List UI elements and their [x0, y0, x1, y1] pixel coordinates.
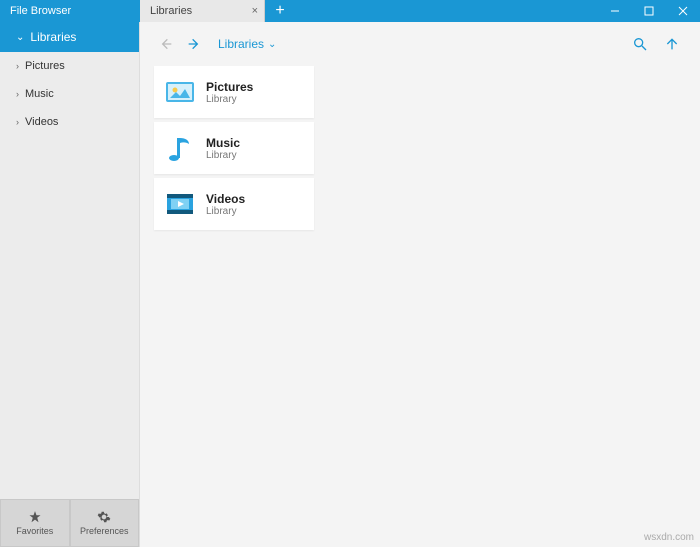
tile-name: Music [206, 136, 240, 150]
tile-name: Videos [206, 192, 245, 206]
arrow-right-icon [186, 36, 202, 52]
minimize-button[interactable] [598, 0, 632, 22]
library-tile-pictures[interactable]: Pictures Library [154, 66, 314, 118]
preferences-button[interactable]: Preferences [70, 499, 140, 547]
sidebar-header-libraries[interactable]: ⌄ Libraries [0, 22, 139, 52]
nav-back-button[interactable] [154, 32, 178, 56]
close-icon [678, 6, 688, 16]
new-tab-button[interactable]: + [265, 2, 295, 20]
watermark: wsxdn.com [644, 532, 694, 543]
sidebar-header-label: Libraries [30, 30, 76, 44]
library-tile-videos[interactable]: Videos Library [154, 178, 314, 230]
gear-icon [97, 510, 111, 524]
main-area: ⌄ Libraries › Pictures › Music › Videos … [0, 22, 700, 547]
chevron-right-icon: › [16, 117, 19, 127]
maximize-icon [644, 6, 654, 16]
preferences-label: Preferences [80, 526, 129, 536]
sidebar: ⌄ Libraries › Pictures › Music › Videos … [0, 22, 140, 547]
toolbar: Libraries ⌄ [140, 22, 700, 66]
tile-subtitle: Library [206, 94, 253, 105]
sidebar-item-label: Videos [25, 116, 58, 128]
chevron-down-icon: ⌄ [16, 32, 24, 43]
minimize-icon [610, 6, 620, 16]
library-tile-music[interactable]: Music Library [154, 122, 314, 174]
chevron-down-icon: ⌄ [268, 39, 276, 50]
up-button[interactable] [658, 30, 686, 58]
sidebar-item-music[interactable]: › Music [0, 80, 139, 108]
close-button[interactable] [666, 0, 700, 22]
arrow-left-icon [158, 36, 174, 52]
favorites-button[interactable]: Favorites [0, 499, 70, 547]
tile-subtitle: Library [206, 206, 245, 217]
sidebar-item-pictures[interactable]: › Pictures [0, 52, 139, 80]
breadcrumb[interactable]: Libraries ⌄ [218, 37, 276, 51]
music-icon [164, 132, 196, 164]
app-title: File Browser [0, 5, 140, 17]
tile-text: Pictures Library [206, 80, 253, 105]
close-tab-icon[interactable]: × [252, 5, 258, 17]
search-button[interactable] [626, 30, 654, 58]
chevron-right-icon: › [16, 89, 19, 99]
tab-libraries[interactable]: Libraries × [140, 0, 265, 22]
breadcrumb-label: Libraries [218, 37, 264, 51]
content-pane: Libraries ⌄ Pictures Library [140, 22, 700, 547]
sidebar-item-videos[interactable]: › Videos [0, 108, 139, 136]
pictures-icon [164, 76, 196, 108]
maximize-button[interactable] [632, 0, 666, 22]
window-controls [598, 0, 700, 22]
videos-icon [164, 188, 196, 220]
sidebar-footer: Favorites Preferences [0, 499, 139, 547]
library-tiles: Pictures Library Music Library Video [140, 66, 700, 234]
sidebar-item-label: Pictures [25, 60, 65, 72]
nav-forward-button[interactable] [182, 32, 206, 56]
favorites-label: Favorites [16, 526, 53, 536]
search-icon [632, 36, 648, 52]
tab-label: Libraries [150, 5, 192, 17]
star-icon [28, 510, 42, 524]
tile-subtitle: Library [206, 150, 240, 161]
tile-text: Music Library [206, 136, 240, 161]
tile-name: Pictures [206, 80, 253, 94]
sidebar-item-label: Music [25, 88, 54, 100]
chevron-right-icon: › [16, 61, 19, 71]
titlebar: File Browser Libraries × + [0, 0, 700, 22]
tile-text: Videos Library [206, 192, 245, 217]
arrow-up-icon [664, 36, 680, 52]
